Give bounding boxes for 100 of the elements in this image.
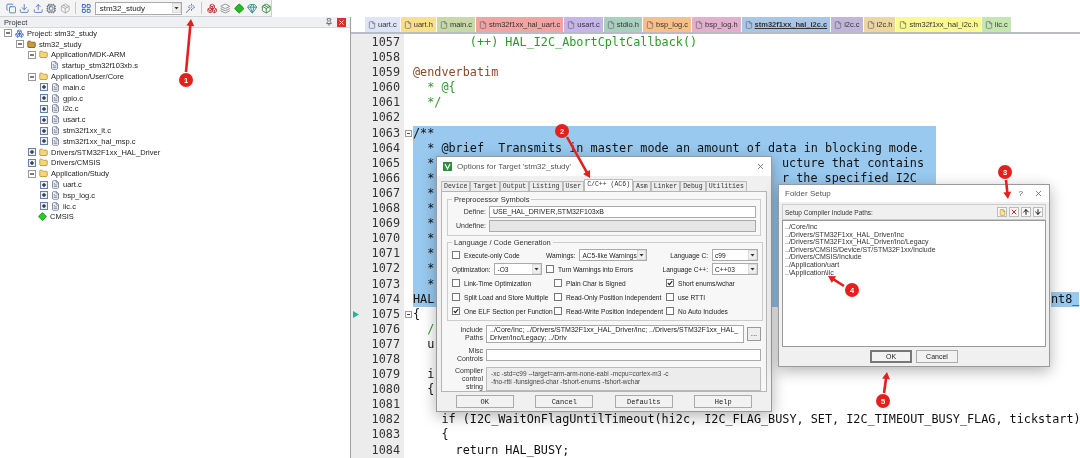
line-number: 1074 xyxy=(370,291,401,307)
file-icon xyxy=(606,20,615,29)
file-icon xyxy=(51,126,60,136)
line-number: 1072 xyxy=(370,261,401,277)
line-number: 1084 xyxy=(370,442,401,458)
close-icon[interactable] xyxy=(337,17,346,27)
fold-toggle[interactable] xyxy=(405,129,412,137)
line-number: 1075 xyxy=(370,306,401,322)
collapse-toggle[interactable] xyxy=(28,72,36,81)
arrow xyxy=(828,276,845,288)
gem-icon[interactable] xyxy=(247,2,258,14)
code-line: { xyxy=(426,382,435,398)
dialog-title: Options for Target 'stm32_study' xyxy=(457,162,572,171)
checkbox[interactable] xyxy=(554,279,562,287)
code-line: */ xyxy=(426,95,442,111)
copy-icon[interactable] xyxy=(6,2,17,14)
diamond-icon[interactable] xyxy=(233,2,245,14)
caret-icon xyxy=(748,264,757,274)
expand-toggle[interactable] xyxy=(28,158,36,167)
move-down-button[interactable] xyxy=(1033,207,1043,217)
checkbox[interactable] xyxy=(452,279,460,287)
line-number: 1060 xyxy=(370,80,401,96)
arrow xyxy=(184,19,195,73)
code-line: return HAL_BUSY; xyxy=(454,442,570,458)
line-number: 1062 xyxy=(370,110,401,126)
line-number: 1066 xyxy=(370,170,401,186)
move-up-button[interactable] xyxy=(1021,207,1031,217)
expand-toggle[interactable] xyxy=(40,115,48,124)
checkbox[interactable] xyxy=(666,293,674,301)
browse-button[interactable]: ... xyxy=(747,327,761,341)
expand-toggle[interactable] xyxy=(40,94,48,103)
checkbox[interactable] xyxy=(554,293,562,301)
arrow xyxy=(882,372,890,394)
code-line: (++) HAL_I2C_AbortCpltCallback() xyxy=(468,35,698,51)
code-line: @endverbatim xyxy=(413,65,499,81)
expand-toggle[interactable] xyxy=(40,104,48,113)
wand-icon[interactable] xyxy=(185,2,196,14)
file-icon xyxy=(51,82,60,92)
line-number: 1070 xyxy=(370,231,401,247)
fold-toggle[interactable] xyxy=(405,310,412,318)
file-icon xyxy=(50,61,59,71)
folder-icon xyxy=(39,72,48,82)
collapse-toggle[interactable] xyxy=(28,169,36,178)
line-number: 1069 xyxy=(370,216,401,232)
collapse-toggle[interactable] xyxy=(16,40,24,49)
checkbox[interactable] xyxy=(452,307,460,315)
line-number: 1079 xyxy=(370,367,401,383)
code-line: { xyxy=(440,427,449,443)
expand-toggle[interactable] xyxy=(28,148,36,157)
file-icon xyxy=(368,20,376,29)
file-icon xyxy=(834,20,843,29)
pin-icon[interactable] xyxy=(325,18,333,26)
caret-icon xyxy=(637,250,647,260)
checkbox[interactable] xyxy=(666,279,674,287)
chip-icon[interactable] xyxy=(46,2,57,14)
collapse-toggle[interactable] xyxy=(28,51,36,59)
caret-icon xyxy=(748,250,757,260)
expand-toggle[interactable] xyxy=(40,202,48,211)
line-number: 1071 xyxy=(370,246,401,262)
code-line: { xyxy=(413,306,421,322)
checkbox[interactable] xyxy=(546,265,554,273)
expand-toggle[interactable] xyxy=(40,137,48,146)
line-number: 1067 xyxy=(370,185,401,202)
file-icon xyxy=(51,93,60,103)
code-line: / xyxy=(426,321,435,337)
folder-icon xyxy=(39,169,48,179)
dialog-title: Folder Setup xyxy=(785,189,831,198)
checkbox[interactable] xyxy=(666,307,674,315)
file-icon xyxy=(645,20,654,29)
grid-icon[interactable] xyxy=(81,2,92,14)
expand-toggle[interactable] xyxy=(40,126,48,135)
close-icon[interactable] xyxy=(1034,189,1043,198)
boxes-icon[interactable] xyxy=(206,2,218,14)
delete-button[interactable] xyxy=(1009,207,1019,217)
code-line: u xyxy=(426,336,435,352)
checkbox[interactable] xyxy=(554,307,562,315)
file-icon xyxy=(439,20,448,29)
help-button[interactable]: ? xyxy=(1012,189,1029,198)
expand-toggle[interactable] xyxy=(40,83,48,92)
line-number: 1081 xyxy=(370,397,401,413)
file-icon xyxy=(51,136,60,146)
diamond-icon xyxy=(38,212,47,222)
input-field[interactable] xyxy=(486,349,761,361)
file-icon xyxy=(695,20,704,29)
checkbox[interactable] xyxy=(452,293,460,301)
checkbox[interactable] xyxy=(452,251,460,259)
expand-toggle[interactable] xyxy=(40,191,48,200)
expand-toggle[interactable] xyxy=(40,180,48,189)
file-icon xyxy=(744,20,753,29)
download-icon[interactable] xyxy=(19,2,30,14)
line-number: 1068 xyxy=(370,201,401,217)
target-select[interactable]: stm32_study xyxy=(94,1,183,15)
close-icon[interactable] xyxy=(756,162,765,171)
caret-icon xyxy=(172,3,182,13)
upload-icon[interactable] xyxy=(32,2,44,14)
collapse-toggle[interactable] xyxy=(4,29,12,38)
package-icon[interactable] xyxy=(260,2,272,14)
layers-icon[interactable] xyxy=(220,2,231,14)
file-icon xyxy=(51,201,60,211)
line-number: 1057 xyxy=(370,35,401,51)
